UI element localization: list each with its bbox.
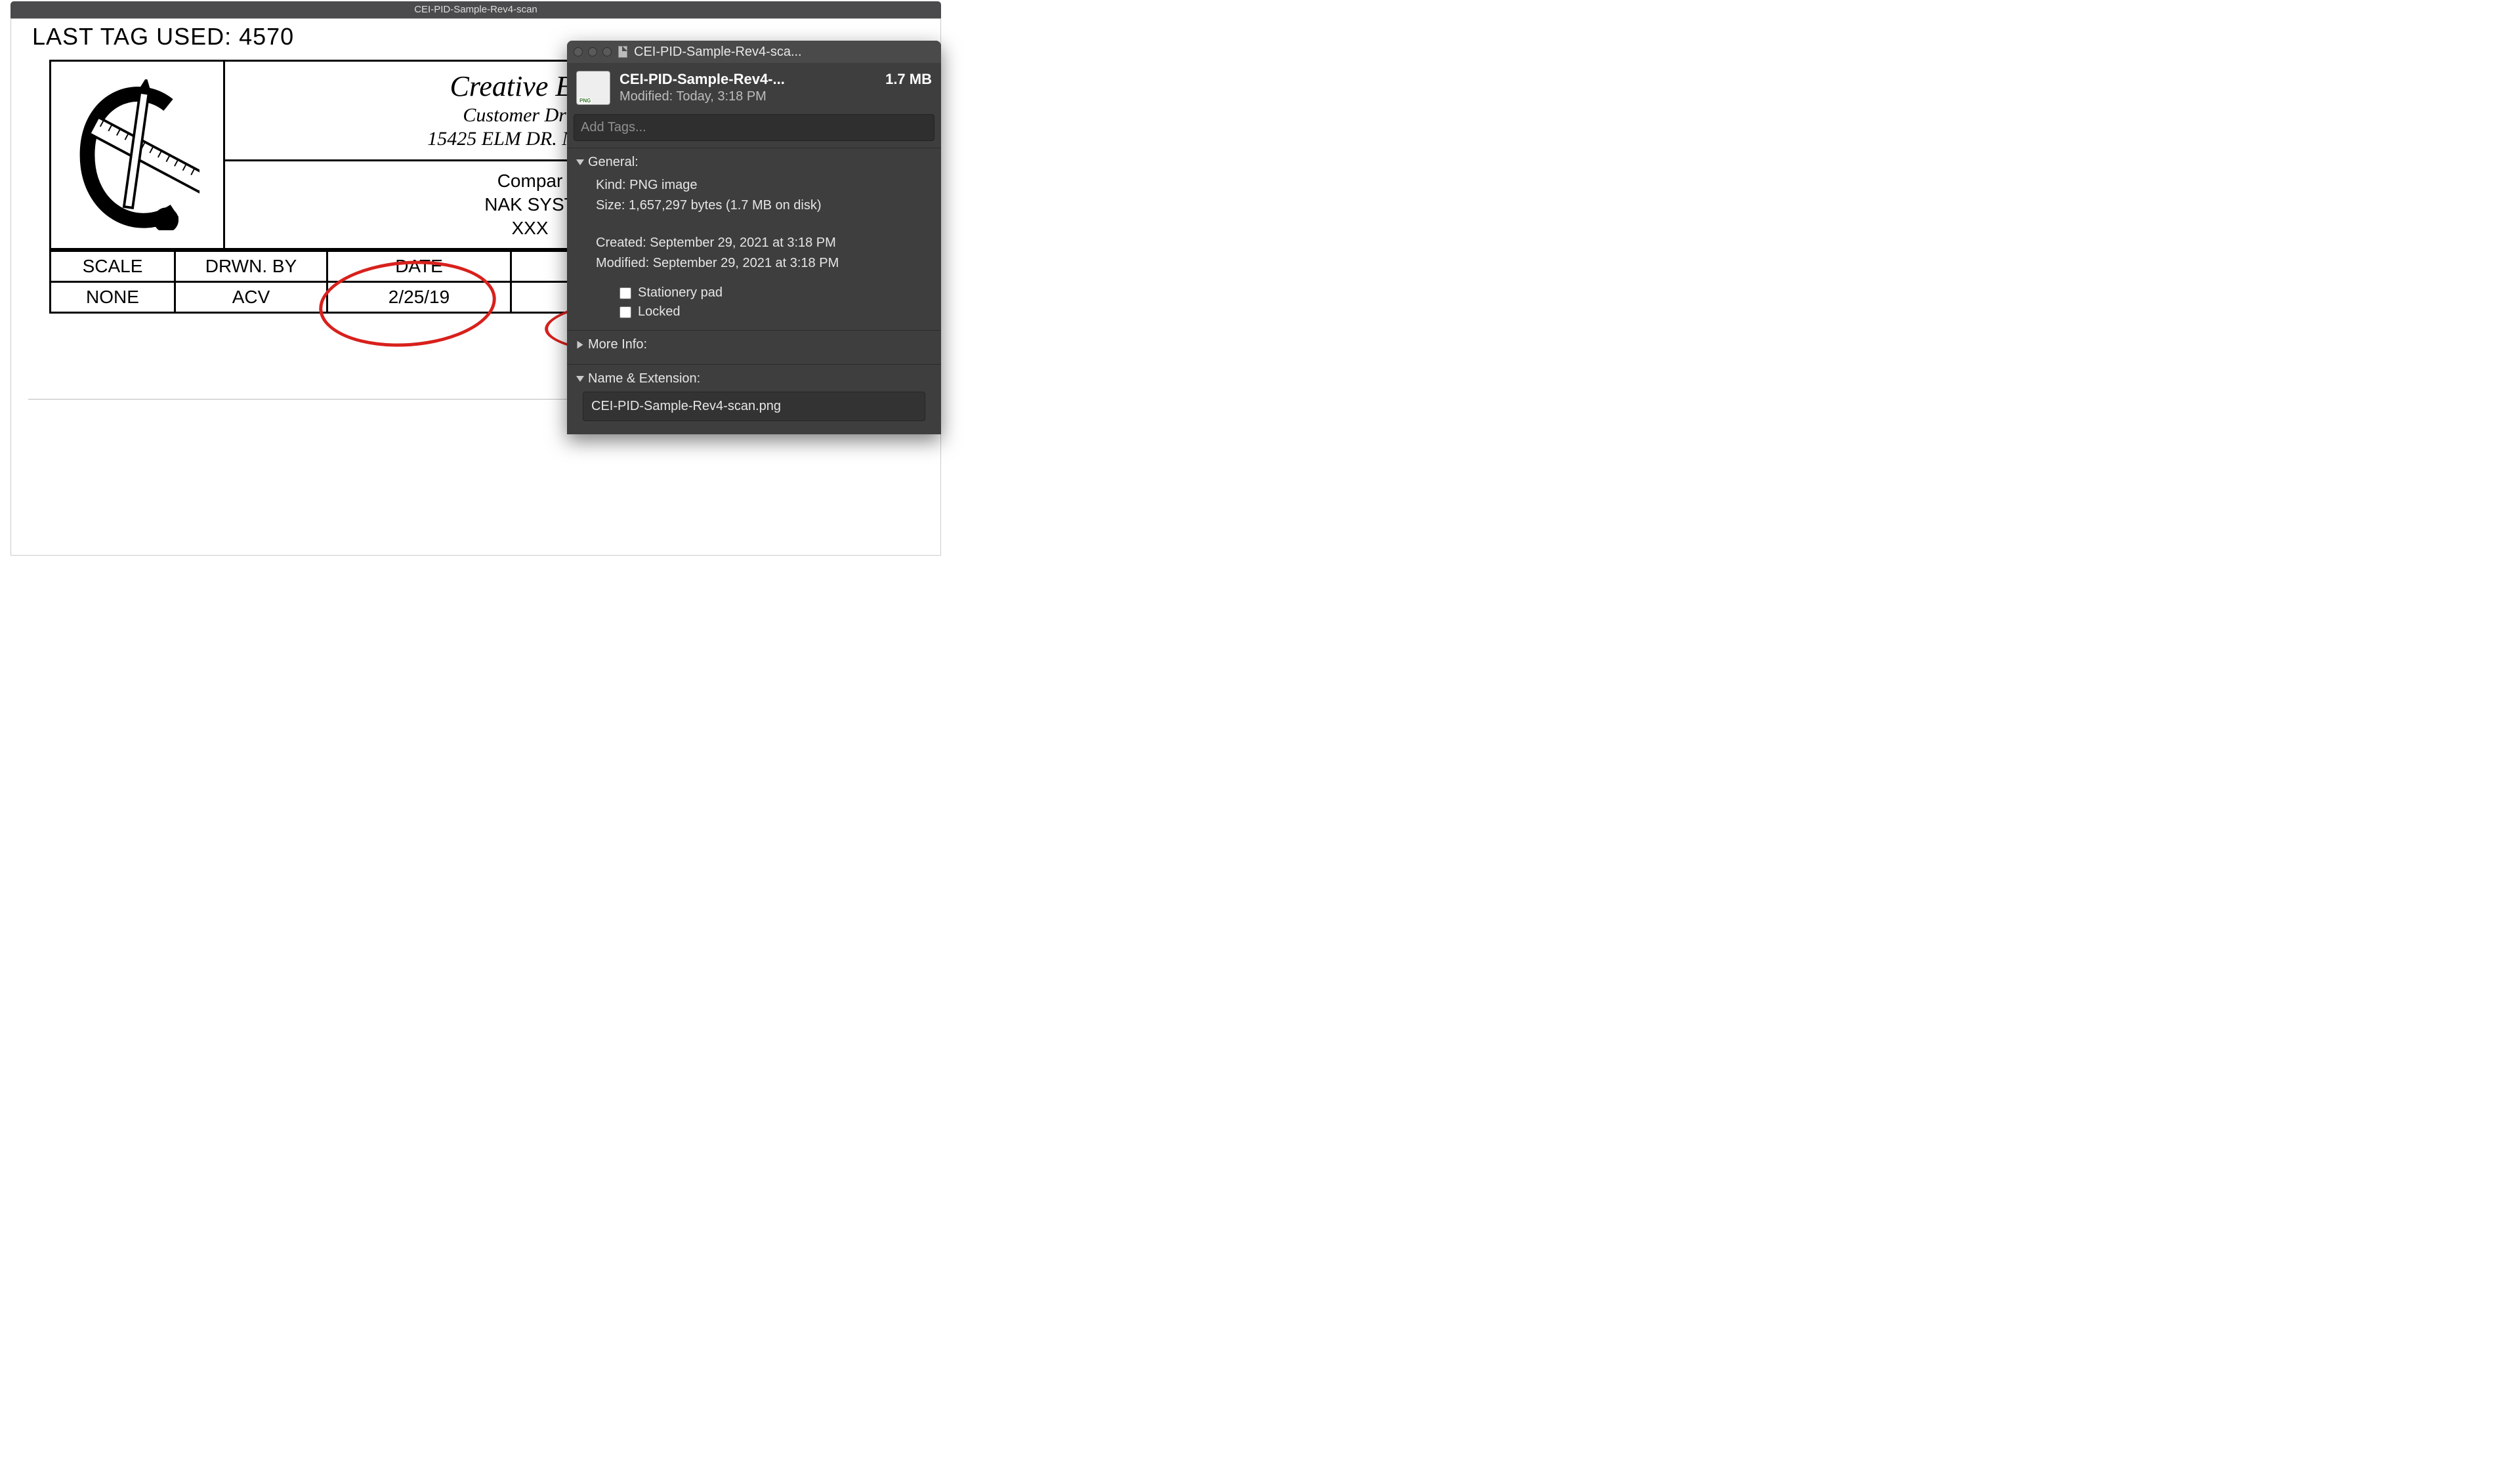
section-more-info: More Info: (567, 330, 941, 364)
info-filename: CEI-PID-Sample-Rev4-... (620, 71, 785, 88)
modified2-label: Modified: (596, 256, 649, 270)
disclosure-triangle-icon[interactable] (576, 159, 584, 165)
info-titlebar[interactable]: CEI-PID-Sample-Rev4-sca... (567, 41, 941, 63)
section-general: General: Kind: PNG image Size: 1,657,297… (567, 148, 941, 330)
minimize-window-icon[interactable] (588, 47, 597, 56)
logo-c-ruler-pencil-icon (75, 79, 200, 230)
size-label: Size: (596, 198, 625, 213)
window-traffic-lights[interactable] (574, 47, 612, 56)
cell-drawnby-header: DRWN. BY (176, 250, 328, 281)
kind-value: PNG image (629, 178, 697, 192)
file-thumbnail-icon (576, 71, 610, 105)
zoom-window-icon[interactable] (602, 47, 612, 56)
company-logo (51, 62, 225, 248)
tags-field[interactable]: Add Tags... (574, 114, 934, 141)
created-label: Created: (596, 236, 646, 250)
document-window-titlebar[interactable]: CEI-PID-Sample-Rev4-scan (10, 1, 941, 18)
locked-checkbox[interactable]: Locked (620, 304, 932, 319)
size-value: 1,657,297 bytes (1.7 MB on disk) (629, 198, 822, 213)
created-value: September 29, 2021 at 3:18 PM (650, 236, 836, 250)
section-general-header[interactable]: General: (576, 155, 932, 170)
get-info-panel[interactable]: CEI-PID-Sample-Rev4-sca... CEI-PID-Sampl… (567, 41, 941, 434)
file-icon (618, 46, 627, 58)
info-filesize: 1.7 MB (885, 71, 932, 88)
document-window-title: CEI-PID-Sample-Rev4-scan (414, 4, 537, 15)
info-modified-label: Modified: (620, 89, 673, 104)
section-name-ext-label: Name & Extension: (588, 371, 700, 386)
locked-label: Locked (638, 304, 681, 319)
cell-date-header: DATE (328, 250, 512, 281)
name-extension-field[interactable]: CEI-PID-Sample-Rev4-scan.png (583, 392, 925, 421)
modified2-value: September 29, 2021 at 3:18 PM (653, 256, 839, 270)
disclosure-triangle-icon[interactable] (576, 376, 584, 382)
cell-date-value: 2/25/19 (328, 281, 512, 312)
cell-drawnby-value: ACV (176, 281, 328, 312)
stationery-pad-input[interactable] (620, 287, 631, 299)
cell-scale-header: SCALE (51, 250, 176, 281)
disclosure-triangle-icon[interactable] (578, 341, 583, 349)
close-window-icon[interactable] (574, 47, 583, 56)
section-more-info-header[interactable]: More Info: (576, 337, 932, 352)
stationery-pad-label: Stationery pad (638, 285, 723, 300)
info-modified-value: Today, 3:18 PM (676, 89, 766, 104)
info-header: CEI-PID-Sample-Rev4-... 1.7 MB Modified:… (567, 63, 941, 110)
section-name-ext-header[interactable]: Name & Extension: (576, 371, 932, 386)
info-title: CEI-PID-Sample-Rev4-sca... (634, 45, 934, 60)
cell-scale-value: NONE (51, 281, 176, 312)
section-name-extension: Name & Extension: CEI-PID-Sample-Rev4-sc… (567, 364, 941, 434)
locked-input[interactable] (620, 306, 631, 318)
stationery-pad-checkbox[interactable]: Stationery pad (620, 285, 932, 300)
kind-label: Kind: (596, 178, 626, 192)
section-general-label: General: (588, 155, 639, 170)
section-more-info-label: More Info: (588, 337, 647, 352)
